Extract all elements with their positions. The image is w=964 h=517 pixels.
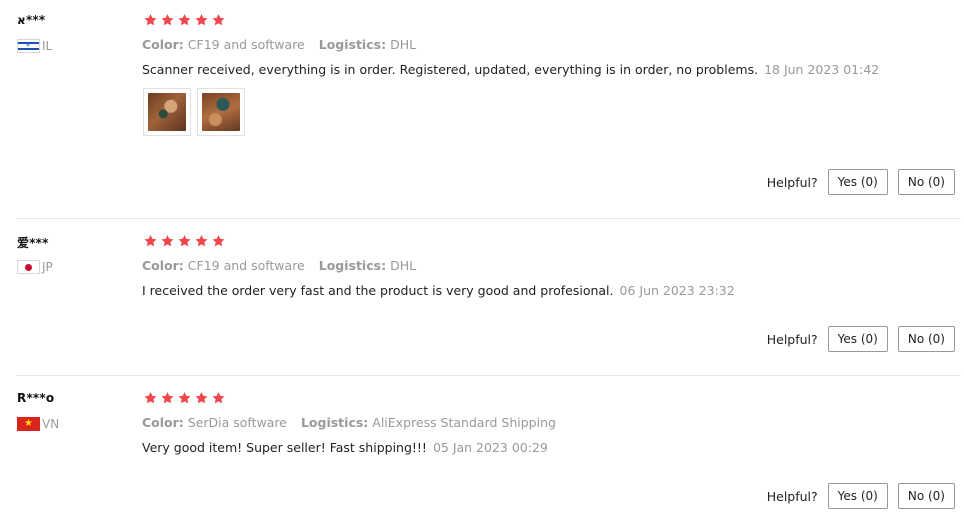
star-icon — [178, 14, 191, 26]
star-icon — [161, 235, 174, 247]
color-label: Color: — [142, 415, 184, 430]
helpful-yes-button[interactable]: Yes (0) — [827, 326, 888, 352]
israel-flag-icon: ✡ — [17, 39, 40, 53]
review-photo-thumbnail[interactable] — [143, 88, 191, 136]
star-icon — [212, 392, 225, 404]
helpful-no-button[interactable]: No (0) — [897, 326, 955, 352]
country-code: VN — [42, 417, 60, 431]
color-value: CF19 and software — [187, 37, 305, 52]
color-value: SerDia software — [187, 415, 287, 430]
helpful-yes-button[interactable]: Yes (0) — [827, 169, 888, 195]
logistics-value: AliExpress Standard Shipping — [372, 415, 556, 430]
review-body: I received the order very fast and the p… — [142, 283, 614, 298]
helpful-label: Helpful? — [766, 488, 818, 504]
logistics-label: Logistics: — [318, 258, 387, 273]
logistics-value: DHL — [390, 37, 417, 52]
country-code: IL — [42, 39, 53, 53]
star-icon — [195, 14, 208, 26]
color-value: CF19 and software — [187, 258, 305, 273]
reviewer-name: 爱*** — [17, 236, 49, 250]
review-text: Very good item! Super seller! Fast shipp… — [142, 440, 548, 455]
review-body: Scanner received, everything is in order… — [142, 62, 759, 77]
review-attributes: Color: SerDia software Logistics: AliExp… — [142, 415, 556, 430]
review-date: 18 Jun 2023 01:42 — [764, 62, 880, 77]
star-icon — [212, 14, 225, 26]
star-icon — [178, 392, 191, 404]
review-photo — [202, 93, 240, 131]
helpful-vote: Helpful? Yes (0) No (0) — [767, 326, 955, 352]
star-icon — [195, 235, 208, 247]
star-icon — [144, 235, 157, 247]
reviewer-country: JP — [17, 260, 53, 274]
review-attributes: Color: CF19 and software Logistics: DHL — [142, 258, 416, 273]
helpful-no-button[interactable]: No (0) — [897, 483, 955, 509]
review-text: Scanner received, everything is in order… — [142, 62, 879, 77]
review-photo-thumbnail[interactable] — [197, 88, 245, 136]
star-rating — [143, 391, 226, 405]
star-rating — [143, 234, 226, 248]
color-label: Color: — [142, 258, 184, 273]
divider — [16, 375, 961, 376]
japan-flag-icon — [17, 260, 40, 274]
star-rating — [143, 13, 226, 27]
divider — [16, 218, 961, 219]
logistics-value: DHL — [390, 258, 417, 273]
review-photos — [143, 88, 245, 136]
star-icon — [144, 392, 157, 404]
helpful-yes-button[interactable]: Yes (0) — [827, 483, 888, 509]
logistics-label: Logistics: — [300, 415, 369, 430]
reviewer-name: R***o — [17, 391, 55, 405]
review-photo — [148, 93, 186, 131]
review-date: 06 Jun 2023 23:32 — [619, 283, 735, 298]
color-label: Color: — [142, 37, 184, 52]
star-icon — [144, 14, 157, 26]
country-code: JP — [42, 260, 53, 274]
helpful-vote: Helpful? Yes (0) No (0) — [767, 169, 955, 195]
star-icon — [161, 14, 174, 26]
helpful-label: Helpful? — [766, 174, 818, 190]
star-icon — [178, 235, 191, 247]
reviewer-country: ★ VN — [17, 417, 59, 431]
star-icon — [161, 392, 174, 404]
star-icon — [212, 235, 225, 247]
helpful-no-button[interactable]: No (0) — [897, 169, 955, 195]
review-date: 05 Jan 2023 00:29 — [432, 440, 548, 455]
logistics-label: Logistics: — [318, 37, 387, 52]
helpful-vote: Helpful? Yes (0) No (0) — [767, 483, 955, 509]
reviewer-country: ✡ IL — [17, 39, 52, 53]
vietnam-flag-icon: ★ — [17, 417, 40, 431]
star-icon — [195, 392, 208, 404]
reviewer-name: א*** — [17, 13, 46, 27]
helpful-label: Helpful? — [766, 331, 818, 347]
review-body: Very good item! Super seller! Fast shipp… — [142, 440, 427, 455]
review-attributes: Color: CF19 and software Logistics: DHL — [142, 37, 416, 52]
review-text: I received the order very fast and the p… — [142, 283, 735, 298]
